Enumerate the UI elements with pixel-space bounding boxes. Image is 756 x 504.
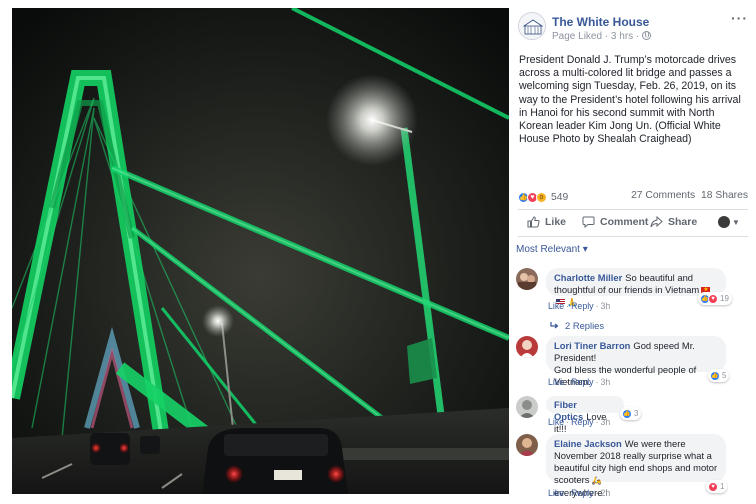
comment-reaction-count: 19 (720, 294, 729, 303)
like-reaction-icon: 👍 (622, 408, 632, 419)
comment-reply-link[interactable]: Reply (571, 417, 594, 427)
thumbs-up-icon (527, 216, 540, 228)
like-button[interactable]: Like (527, 216, 566, 228)
post-caption: President Donald J. Trump’s motorcade dr… (519, 54, 741, 146)
commenter-photo-icon (516, 434, 538, 456)
comment-author-link[interactable]: Elaine Jackson (554, 438, 622, 449)
commenter-photo-icon (516, 336, 538, 358)
action-bar: Like Comment Share ▼ (518, 211, 748, 235)
white-house-logo-icon (519, 13, 545, 39)
comment-like-link[interactable]: Like (548, 417, 564, 427)
commenter-photo-icon (516, 396, 538, 418)
comment-author-link[interactable]: Lori Tiner Barron (554, 340, 630, 351)
comment-bubble-icon (582, 216, 595, 228)
comment-time[interactable]: 2h (601, 488, 611, 498)
comment-reactions[interactable]: 👍 5 (708, 369, 730, 382)
shares-count-link[interactable]: 18 Shares (701, 190, 748, 201)
page-avatar[interactable] (518, 12, 546, 40)
post-stats: 👍 ♥ o 549 27 Comments 18 Shares (518, 190, 748, 204)
comment-sort-dropdown[interactable]: Most Relevant ▾ (516, 244, 588, 255)
comment-item: Charlotte Miller So beautiful and thought… (516, 268, 750, 320)
commenter-photo-icon (516, 268, 538, 290)
user-avatar (718, 216, 730, 228)
avatar[interactable] (516, 268, 538, 290)
reactions-summary[interactable]: 👍 ♥ o 549 (518, 190, 568, 204)
view-replies-link[interactable]: 2 Replies (550, 320, 604, 331)
comment-actions: Like · Reply · 2h (548, 488, 611, 498)
avatar[interactable] (516, 336, 538, 358)
comment-reactions[interactable]: 👍 ♥ 19 (698, 292, 732, 305)
love-reaction-icon: ♥ (708, 481, 718, 492)
comment-button[interactable]: Comment (582, 216, 648, 228)
comment-time[interactable]: 3h (601, 417, 611, 427)
comment-share-counts: 27 Comments 18 Shares (628, 190, 748, 201)
share-button[interactable]: Share (650, 216, 697, 228)
reply-arrow-icon (550, 322, 559, 329)
comment-actions: Like · Reply · 3h (548, 377, 611, 387)
post-panel: The White House Page Liked · 3 hrs · ···… (510, 0, 756, 504)
like-reaction-icon: 👍 (710, 370, 720, 381)
comment-item: Elaine Jackson We were there November 201… (516, 434, 750, 504)
replies-count: 2 Replies (565, 320, 605, 331)
divider (518, 209, 748, 210)
avatar[interactable] (516, 434, 538, 456)
comment-like-link[interactable]: Like (548, 377, 564, 387)
comment-reactions[interactable]: ♥ 1 (706, 480, 728, 493)
bridge-photo-image (12, 8, 509, 494)
comment-author-link[interactable]: Charlotte Miller (554, 272, 622, 283)
share-button-label: Share (668, 216, 698, 228)
comments-count-link[interactable]: 27 Comments (631, 190, 695, 201)
comment-time[interactable]: 3h (601, 301, 611, 311)
post-meta: Page Liked · 3 hrs · (552, 31, 652, 42)
reaction-count: 549 (551, 191, 569, 203)
comment-reaction-count: 5 (722, 371, 727, 380)
like-button-label: Like (545, 216, 567, 228)
avatar[interactable] (516, 396, 538, 418)
globe-icon (642, 31, 652, 40)
comment-bubble: Elaine Jackson We were there November 201… (546, 434, 726, 498)
chevron-down-icon: ▼ (732, 217, 740, 227)
comment-reaction-count: 1 (720, 482, 725, 491)
comment-actions: Like · Reply · 3h (548, 301, 611, 311)
share-arrow-icon (650, 216, 663, 228)
comment-bubble: Lori Tiner Barron God speed Mr. President… (546, 336, 726, 387)
comment-bubble: Charlotte Miller So beautiful and thought… (546, 268, 726, 307)
divider (518, 236, 748, 237)
comment-actions: Like · Reply · 3h (548, 417, 611, 427)
comment-reply-link[interactable]: Reply (571, 377, 594, 387)
comment-item: Fiber Optics Love it!!! 👍 3 Like · Reply · 3h (516, 396, 750, 434)
post-as-selector[interactable]: ▼ (718, 216, 740, 228)
post-header: The White House Page Liked · 3 hrs · ··· (518, 10, 750, 44)
comment-item: Lori Tiner Barron God speed Mr. President… (516, 336, 750, 388)
comment-bubble: Fiber Optics Love it!!! (546, 396, 624, 434)
comment-button-label: Comment (600, 216, 649, 228)
motor-scooter-icon: 🛵 (591, 476, 602, 485)
comment-like-link[interactable]: Like (548, 301, 564, 311)
more-options-button[interactable]: ··· (731, 10, 748, 26)
page-name-link[interactable]: The White House (552, 15, 649, 29)
comment-like-link[interactable]: Like (548, 488, 564, 498)
comment-time[interactable]: 3h (601, 377, 611, 387)
wow-reaction-icon: o (536, 191, 547, 203)
comment-reply-link[interactable]: Reply (571, 488, 594, 498)
comment-reactions[interactable]: 👍 3 (620, 407, 642, 420)
comment-reaction-count: 3 (634, 409, 639, 418)
post-photo[interactable] (12, 8, 509, 494)
love-reaction-icon: ♥ (708, 293, 718, 304)
comment-reply-link[interactable]: Reply (571, 301, 594, 311)
post-meta-text: Page Liked · 3 hrs · (552, 31, 640, 42)
